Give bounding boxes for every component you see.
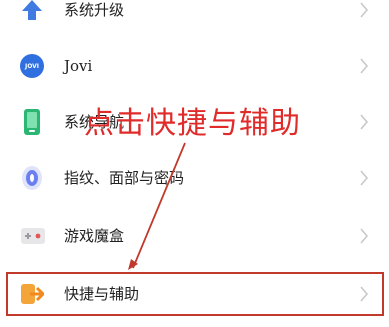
- highlight-box: [6, 272, 384, 316]
- settings-item-label: 系统升级: [64, 1, 125, 19]
- settings-item-fingerprint-face-password[interactable]: 指纹、面部与密码: [0, 150, 389, 206]
- settings-item-jovi[interactable]: JOVI Jovi: [0, 38, 389, 94]
- settings-item-system-upgrade[interactable]: 系统升级: [0, 0, 389, 38]
- settings-item-label: Jovi: [64, 57, 93, 75]
- chevron-right-icon: [360, 2, 369, 18]
- settings-item-game-box[interactable]: 游戏魔盒: [0, 208, 389, 264]
- jovi-icon-text: JOVI: [24, 62, 40, 70]
- chevron-right-icon: [360, 170, 369, 186]
- chevron-right-icon: [360, 114, 369, 130]
- phone-navigation-icon: [24, 109, 40, 135]
- chevron-right-icon: [360, 58, 369, 74]
- settings-item-label: 游戏魔盒: [64, 227, 125, 245]
- annotation-text: 点击快捷与辅助: [84, 106, 301, 141]
- chevron-right-icon: [360, 228, 369, 244]
- upgrade-arrow-icon: [22, 0, 42, 20]
- fingerprint-icon: [22, 166, 42, 190]
- game-box-icon: [21, 228, 45, 244]
- jovi-icon: JOVI: [20, 54, 44, 78]
- settings-item-label: 指纹、面部与密码: [64, 169, 185, 187]
